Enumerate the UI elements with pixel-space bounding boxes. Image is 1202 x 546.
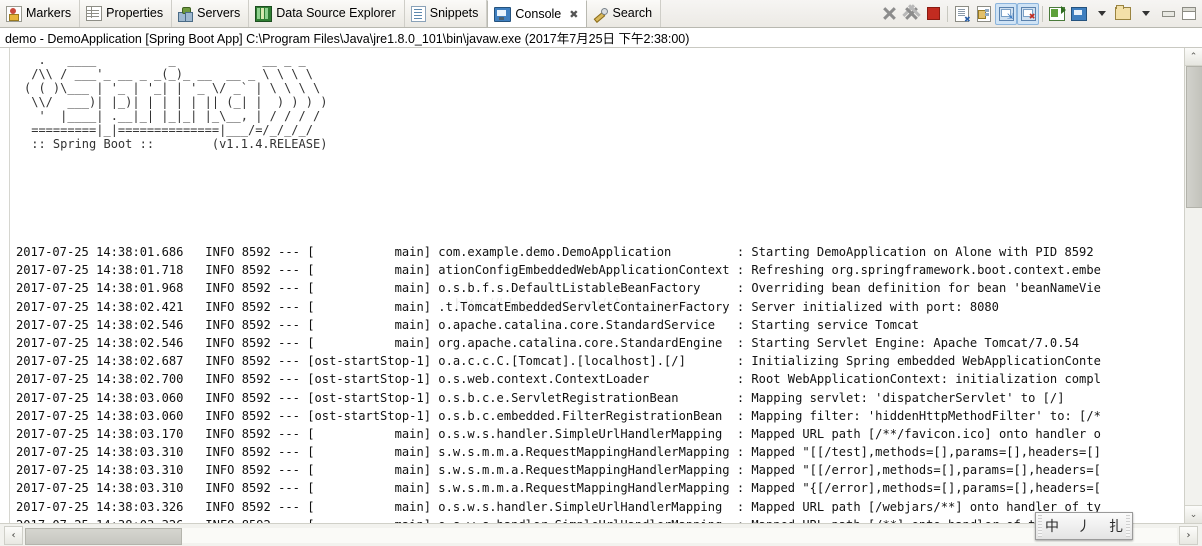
log-line: 2017-07-25 14:38:03.310 INFO 8592 --- [ … [16,463,1101,478]
minimize-icon [1161,9,1175,18]
pin-console-button[interactable] [1046,3,1068,25]
servers-icon [178,6,194,22]
scroll-up-arrow[interactable]: ⌃ [1185,48,1202,66]
tab-label: Properties [106,6,164,21]
ime-shape-indicator[interactable]: 扎 [1109,516,1123,536]
markers-icon [6,5,22,22]
tab-console[interactable]: Console ✖ [487,0,588,27]
spring-boot-banner-footer: :: Spring Boot :: (v1.1.4.RELEASE) [24,137,328,151]
ime-grip-left [1038,515,1042,537]
vertical-scroll-thumb[interactable] [1186,66,1202,208]
log-line: 2017-07-25 14:38:03.310 INFO 8592 --- [ … [16,445,1101,460]
console-body: http://blog.csdn.net/zhao_yuan . ____ _ … [0,48,1202,523]
ime-punctuation-indicator[interactable]: 丿 [1077,516,1091,536]
show-console-on-output-icon: ⇲ [998,6,1014,21]
eclipse-console-view: Markers Properties Servers Data Source E… [0,0,1202,546]
scroll-lock-button[interactable] [973,3,995,25]
chevron-down-icon [1097,11,1106,16]
chevron-down-icon [1141,11,1150,16]
tab-data-source-explorer[interactable]: Data Source Explorer [249,0,405,27]
console-title-bar: demo - DemoApplication [Spring Boot App]… [0,28,1202,48]
log-line: 2017-07-25 14:38:03.326 INFO 8592 --- [ … [10,516,1182,523]
toolbar-separator [1042,5,1043,22]
vertical-scrollbar[interactable]: ⌃ ⌄ [1184,48,1202,523]
stop-button[interactable] [922,3,944,25]
display-selected-console-dropdown[interactable] [1090,3,1112,25]
show-console-on-output-button[interactable]: ⇲ [995,2,1017,25]
clear-console-button[interactable]: ✖ [951,3,973,25]
display-selected-console-icon [1071,6,1087,21]
tab-snippets[interactable]: Snippets [404,0,488,27]
console-output[interactable]: http://blog.csdn.net/zhao_yuan . ____ _ … [10,48,1184,523]
search-icon [593,7,608,21]
properties-icon [86,6,103,21]
minimize-button[interactable] [1156,3,1178,25]
log-line: 2017-07-25 14:38:01.718 INFO 8592 --- [ … [16,263,1101,278]
toolbar-separator [947,5,948,22]
tab-label: Servers [197,6,241,21]
log-line: 2017-07-25 14:38:02.546 INFO 8592 --- [ … [16,317,919,332]
tab-properties[interactable]: Properties [80,0,173,27]
clear-console-icon: ✖ [955,5,971,23]
tab-label: Data Source Explorer [276,6,396,21]
view-tab-bar: Markers Properties Servers Data Source E… [0,0,1202,28]
show-console-on-error-button[interactable]: ✖ [1017,2,1039,25]
log-line: 2017-07-25 14:38:03.310 INFO 8592 --- [ … [16,481,1101,496]
console-icon [494,6,512,22]
scroll-down-arrow[interactable]: ⌄ [1185,505,1202,523]
log-line: 2017-07-25 14:38:02.421 INFO 8592 --- [ … [16,299,999,314]
maximize-button[interactable] [1178,3,1200,25]
tab-label: Snippets [429,6,479,21]
open-console-dropdown[interactable] [1134,3,1156,25]
log-line: 2017-07-25 14:38:01.968 INFO 8592 --- [ … [16,281,1101,296]
remove-all-terminated-icon [905,7,918,20]
log-line: 2017-07-25 14:38:02.700 INFO 8592 --- [o… [16,372,1101,387]
terminate-button[interactable] [878,3,900,25]
ime-mode-indicator[interactable]: 中 [1045,516,1059,536]
snippets-icon [410,5,426,22]
pin-console-icon [1049,5,1066,21]
tab-servers[interactable]: Servers [172,0,250,27]
log-line: 2017-07-25 14:38:02.687 INFO 8592 --- [o… [16,354,1101,369]
open-console-icon [1115,5,1131,20]
horizontal-scroll-thumb[interactable] [25,527,182,545]
log-line: 2017-07-25 14:38:02.546 INFO 8592 --- [ … [16,335,1080,350]
ime-grip-right [1126,515,1130,537]
ime-status-bar[interactable]: 中 丿 扎 [1035,512,1133,540]
console-gutter [0,48,10,523]
tab-markers[interactable]: Markers [0,0,81,27]
scroll-lock-icon [977,5,991,22]
open-console-button[interactable] [1112,3,1134,25]
tab-label: Console [515,6,562,21]
tab-search[interactable]: Search [587,0,662,27]
log-lines: 2017-07-25 14:38:01.686 INFO 8592 --- [ … [10,243,1182,523]
scroll-right-arrow[interactable]: › [1179,525,1198,545]
tab-label: Markers [26,6,72,21]
scroll-left-arrow[interactable]: ‹ [4,525,23,545]
data-source-explorer-icon [255,5,273,22]
log-line: 2017-07-25 14:38:01.686 INFO 8592 --- [ … [16,245,1094,259]
log-line: 2017-07-25 14:38:03.060 INFO 8592 --- [o… [16,390,1065,405]
log-line: 2017-07-25 14:38:03.326 INFO 8592 --- [ … [16,499,1101,514]
display-selected-console-button[interactable] [1068,3,1090,25]
remove-all-terminated-button[interactable] [900,3,922,25]
stop-icon [926,7,940,20]
spring-boot-banner: . ____ _ __ _ _ /\\ / ___'_ __ _ _(_)_ _… [24,53,328,137]
log-line: 2017-07-25 14:38:03.170 INFO 8592 --- [ … [16,426,1101,441]
terminate-icon [883,7,896,20]
horizontal-scrollbar[interactable]: ‹ › [0,523,1202,546]
horizontal-scroll-track[interactable] [25,527,1177,545]
close-icon[interactable]: ✖ [569,8,578,21]
maximize-icon [1182,7,1196,20]
tab-list: Markers Properties Servers Data Source E… [0,0,662,27]
tab-label: Search [612,6,653,21]
console-toolbar: ✖ ⇲ ✖ [878,0,1202,27]
show-console-on-error-icon: ✖ [1020,6,1036,21]
log-line: 2017-07-25 14:38:03.060 INFO 8592 --- [o… [16,408,1101,423]
console-title: demo - DemoApplication [Spring Boot App]… [5,32,690,46]
